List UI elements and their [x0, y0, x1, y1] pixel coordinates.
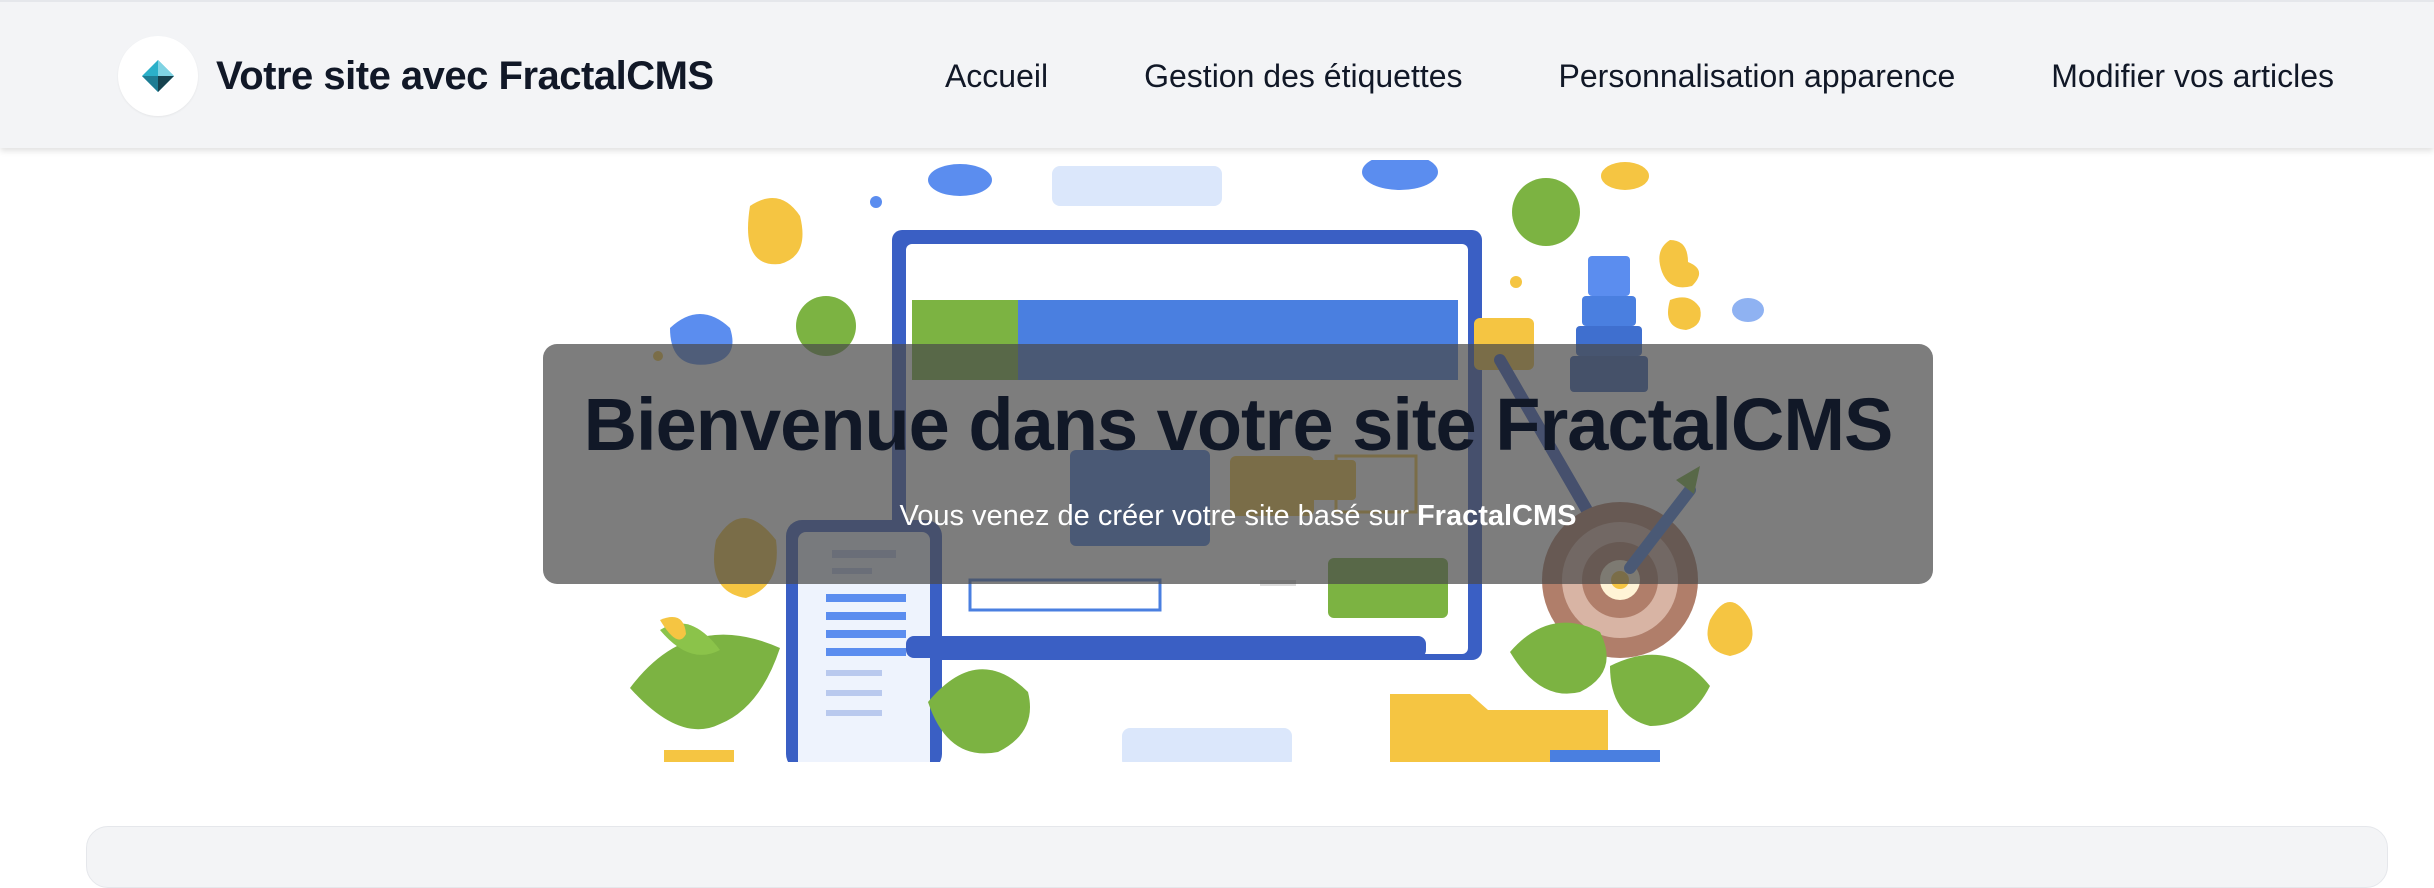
- fractal-logo-icon: [118, 36, 198, 116]
- brand-link[interactable]: Votre site avec FractalCMS: [118, 36, 714, 116]
- site-title: Votre site avec FractalCMS: [216, 53, 714, 98]
- nav-link-gestion-etiquettes[interactable]: Gestion des étiquettes: [1144, 58, 1462, 95]
- top-navbar: Votre site avec FractalCMS Accueil Gesti…: [0, 0, 2434, 148]
- nav-link-accueil[interactable]: Accueil: [945, 58, 1048, 95]
- hero-subtitle-brand: FractalCMS: [1416, 500, 1577, 532]
- content-card: [86, 826, 2388, 888]
- hero-subtitle-text: Vous venez de créer votre site basé sur: [899, 500, 1417, 532]
- hero-banner: Bienvenue dans votre site FractalCMS Vou…: [543, 344, 1933, 584]
- main-nav: Accueil Gestion des étiquettes Personnal…: [849, 2, 2334, 150]
- hero-subtitle: Vous venez de créer votre site basé sur …: [543, 500, 1933, 533]
- nav-link-modifier-articles[interactable]: Modifier vos articles: [2051, 58, 2334, 95]
- hero-title: Bienvenue dans votre site FractalCMS: [583, 383, 1894, 466]
- nav-link-personnalisation-apparence[interactable]: Personnalisation apparence: [1559, 58, 1956, 95]
